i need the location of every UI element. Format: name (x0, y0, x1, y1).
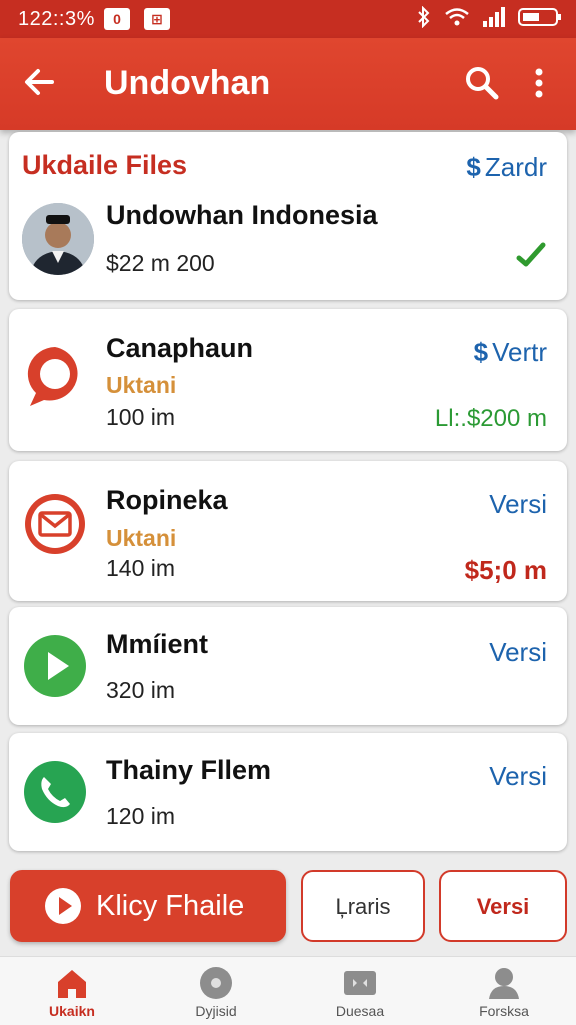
file-card-featured[interactable]: Ukdaile Files $ Zardr Undowhan Indonesia … (9, 132, 567, 300)
more-vert-icon[interactable] (524, 63, 554, 103)
item-subtitle: Uktani (106, 525, 177, 551)
phone-icon (24, 761, 86, 823)
item-meta: 120 im (106, 803, 176, 829)
checkmark-icon (516, 242, 546, 267)
item-name: Ropineka (106, 485, 228, 515)
version-link[interactable]: $ Vertr (474, 337, 547, 368)
play-circle-icon (45, 888, 81, 924)
nav-item-home[interactable]: Ukaikn (0, 957, 144, 1025)
item-meta: 140 im (106, 555, 176, 581)
tertiary-action-button[interactable]: Versi (439, 870, 567, 942)
tertiary-action-label: Versi (476, 894, 530, 919)
nav-item-media[interactable]: Duesaa (288, 957, 432, 1025)
nav-label: Dyjisid (195, 1003, 237, 1019)
version-link[interactable]: Versi (489, 489, 547, 520)
file-card[interactable]: Mmíient 320 im Versi (9, 607, 567, 725)
nav-label: Forsksa (479, 1003, 529, 1019)
item-name: Canaphaun (106, 333, 254, 363)
file-card[interactable]: Canaphaun Uktani 100 im $ Vertr Ll:.$200 … (9, 309, 567, 451)
section-link[interactable]: $ Zardr (466, 152, 547, 183)
dollar-icon: $ (466, 152, 481, 182)
bluetooth-icon (418, 6, 430, 28)
item-name: Thainy Fllem (106, 755, 272, 785)
section-link-label: Zardr (484, 152, 547, 182)
signal-icon (483, 7, 505, 27)
battery-icon (518, 8, 561, 26)
item-name: Mmíient (106, 629, 209, 659)
item-price: $5;0 m (464, 555, 547, 585)
disc-icon (200, 967, 232, 999)
item-name: Undowhan Indonesia (106, 200, 378, 230)
item-subtitle: Uktani (106, 372, 177, 398)
person-icon (489, 968, 519, 999)
item-meta: 320 im (106, 677, 176, 703)
avatar (22, 203, 94, 275)
version-link[interactable]: Versi (489, 761, 547, 792)
mail-icon (25, 494, 85, 554)
version-link-label: Vertr (492, 337, 547, 367)
status-bar: 122::3% 0 ⊞ (0, 0, 576, 38)
item-meta: 100 im (106, 404, 176, 430)
media-icon (344, 971, 376, 995)
item-price: Ll:.$200 m (434, 405, 547, 432)
bottom-nav: Ukaikn Dyjisid Duesaa Forsksa (0, 956, 576, 1025)
item-meta: $22 m 200 (106, 250, 215, 276)
nav-label: Ukaikn (49, 1003, 95, 1019)
play-icon (24, 635, 86, 697)
nav-item-disc[interactable]: Dyjisid (144, 957, 288, 1025)
nav-label: Duesaa (335, 1003, 385, 1019)
primary-action-button[interactable]: Klicy Fhaile (10, 870, 286, 942)
dollar-icon: $ (473, 337, 489, 367)
secondary-action-label: Ļraris (335, 894, 391, 919)
home-icon (58, 970, 86, 998)
file-card[interactable]: Thainy Fllem 120 im Versi (9, 733, 567, 851)
status-time: 122::3% (18, 8, 95, 30)
nav-item-profile[interactable]: Forsksa (432, 957, 576, 1025)
primary-action-label: Klicy Fhaile (96, 890, 245, 922)
version-link[interactable]: Versi (489, 637, 547, 668)
back-arrow-icon[interactable] (20, 62, 60, 102)
gallery-icon: ⊞ (144, 8, 170, 30)
search-icon[interactable] (462, 63, 502, 103)
file-card[interactable]: Ropineka Uktani 140 im Versi $5;0 m (9, 461, 567, 601)
notification-icon: 0 (104, 8, 130, 30)
wifi-icon (445, 8, 469, 26)
secondary-action-button[interactable]: Ļraris (301, 870, 425, 942)
app-bar: Undovhan (0, 38, 576, 130)
chat-bubble-icon (27, 347, 78, 406)
page-title: Undovhan (104, 64, 271, 102)
section-title: Ukdaile Files (22, 150, 188, 180)
